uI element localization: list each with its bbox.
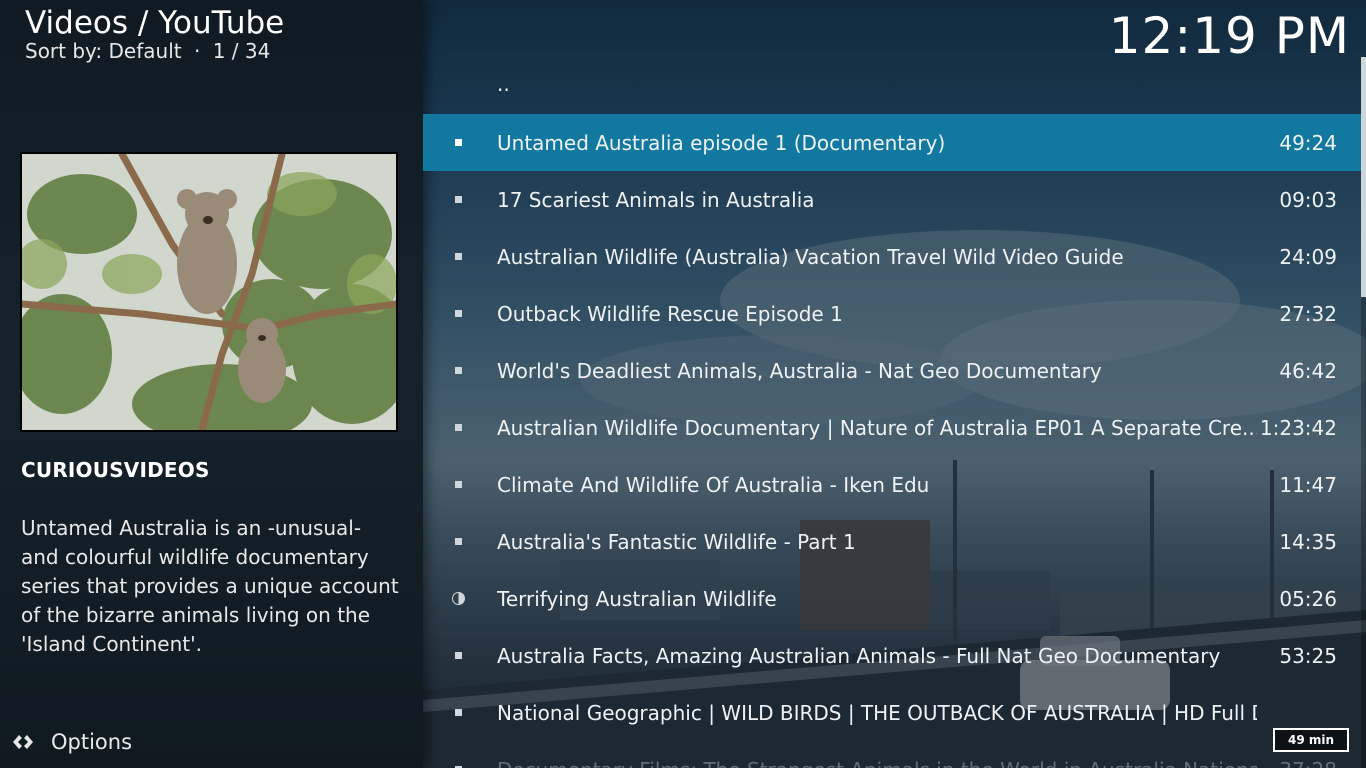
unwatched-bullet-icon: [455, 139, 462, 146]
list-item[interactable]: Australia Facts, Amazing Australian Anim…: [423, 627, 1361, 684]
list-item-duration: 05:26: [1279, 586, 1337, 611]
unwatched-bullet-icon: [455, 538, 462, 545]
list-item-duration: 14:35: [1279, 529, 1337, 554]
list-item-title: Australia Facts, Amazing Australian Anim…: [497, 643, 1221, 668]
list-item-title: National Geographic | WILD BIRDS | THE O…: [497, 700, 1257, 725]
sort-separator: ·: [193, 39, 201, 63]
channel-name: CURIOUSVIDEOS: [21, 458, 210, 482]
list-scrollbar[interactable]: [1361, 57, 1366, 768]
page-title: Videos / YouTube: [25, 5, 285, 41]
sort-info[interactable]: Sort by: Default · 1 / 34: [25, 38, 270, 64]
list-item-duration: 37:28: [1279, 758, 1337, 768]
list-item[interactable]: National Geographic | WILD BIRDS | THE O…: [423, 684, 1361, 741]
list-item-duration: 1:23:42: [1259, 415, 1337, 440]
list-item-title: Documentary Films: The Strangest Animals…: [497, 758, 1257, 768]
list-item-title: World's Deadliest Animals, Australia - N…: [497, 358, 1102, 383]
list-item-title: Australian Wildlife (Australia) Vacation…: [497, 244, 1124, 269]
list-item[interactable]: Australian Wildlife (Australia) Vacation…: [423, 228, 1361, 285]
list-item-duration: 11:47: [1279, 472, 1337, 497]
list-item[interactable]: Australia's Fantastic Wildlife - Part 1 1…: [423, 513, 1361, 570]
list-item-title: Australia's Fantastic Wildlife - Part 1: [497, 529, 856, 554]
video-thumbnail: [20, 152, 398, 432]
unwatched-bullet-icon: [455, 367, 462, 374]
list-item-duration: 46:42: [1279, 358, 1337, 383]
list-item[interactable]: 17 Scariest Animals in Australia 09:03: [423, 171, 1361, 228]
kodi-video-library: Videos / YouTube Sort by: Default · 1 / …: [0, 0, 1366, 768]
item-position: 1 / 34: [212, 39, 271, 63]
unwatched-bullet-icon: [455, 481, 462, 488]
options-button[interactable]: Options: [10, 726, 132, 758]
list-item[interactable]: Climate And Wildlife Of Australia - Iken…: [423, 456, 1361, 513]
plot-description: Untamed Australia is an -unusual- and co…: [21, 516, 399, 656]
list-item-title: Terrifying Australian Wildlife: [497, 586, 777, 611]
list-item-title: Outback Wildlife Rescue Episode 1: [497, 301, 843, 326]
unwatched-bullet-icon: [455, 310, 462, 317]
list-item-title: Climate And Wildlife Of Australia - Iken…: [497, 472, 930, 497]
scrollbar-thumb[interactable]: [1361, 57, 1366, 297]
parent-folder-item[interactable]: ..: [497, 72, 510, 96]
list-item[interactable]: Documentary Films: The Strangest Animals…: [423, 741, 1361, 768]
unwatched-bullet-icon: [455, 652, 462, 659]
list-item[interactable]: Untamed Australia episode 1 (Documentary…: [423, 114, 1361, 171]
unwatched-bullet-icon: [455, 196, 462, 203]
options-label: Options: [51, 730, 133, 754]
list-item[interactable]: Outback Wildlife Rescue Episode 1 27:32: [423, 285, 1361, 342]
unwatched-bullet-icon: [455, 709, 462, 716]
list-item-title: Untamed Australia episode 1 (Documentary…: [497, 130, 946, 155]
duration-badge: 49 min: [1273, 728, 1349, 752]
koala-thumbnail-image: [22, 154, 396, 430]
list-item[interactable]: World's Deadliest Animals, Australia - N…: [423, 342, 1361, 399]
list-item[interactable]: Terrifying Australian Wildlife 05:26: [423, 570, 1361, 627]
list-item-duration: 53:25: [1279, 643, 1337, 668]
list-item[interactable]: Australian Wildlife Documentary | Nature…: [423, 399, 1361, 456]
list-item-title: 17 Scariest Animals in Australia: [497, 187, 815, 212]
list-item-title: Australian Wildlife Documentary | Nature…: [497, 415, 1257, 440]
partially-watched-icon: [452, 592, 465, 605]
unwatched-bullet-icon: [455, 253, 462, 260]
list-item-duration: 27:32: [1279, 301, 1337, 326]
sort-label: Sort by: Default: [25, 39, 182, 63]
video-list: .. Untamed Australia episode 1 (Document…: [423, 0, 1361, 768]
list-item-duration: 09:03: [1279, 187, 1337, 212]
info-panel: Videos / YouTube Sort by: Default · 1 / …: [0, 0, 423, 768]
options-icon: [13, 735, 33, 749]
list-item-duration: 49:24: [1279, 130, 1337, 155]
unwatched-bullet-icon: [455, 424, 462, 431]
list-item-duration: 24:09: [1279, 244, 1337, 269]
